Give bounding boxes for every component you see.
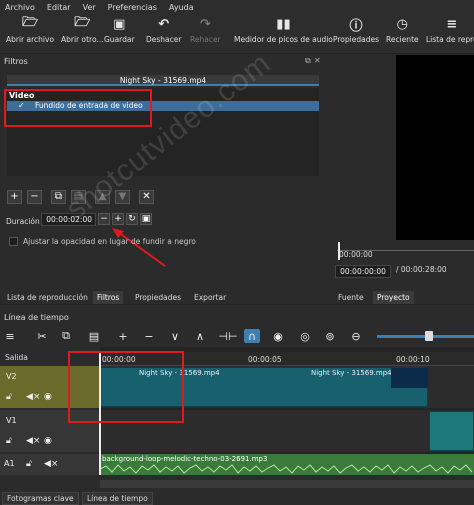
tab-playlist[interactable]: Lista de reproducción (3, 291, 92, 304)
tab-project[interactable]: Proyecto (373, 291, 414, 304)
zoom-slider-handle[interactable] (425, 331, 433, 341)
timeline-title: Línea de tiempo (4, 313, 69, 322)
bottom-tabs: Fotogramas clave Línea de tiempo (0, 490, 474, 505)
audio-clip[interactable]: background-loop-melodic-techno-03-2691.m… (100, 454, 474, 475)
duration-reset-button[interactable]: ↻ (126, 213, 138, 225)
folder-open-icon: 🗁 (21, 15, 39, 30)
menu-bar: Archivo Editar Ver Preferencias Ayuda (0, 0, 474, 14)
menu-editar[interactable]: Editar (47, 3, 71, 12)
lock-icon[interactable]: 🔓︎ (6, 436, 12, 446)
opacity-checkbox[interactable] (9, 237, 18, 246)
menu-ver[interactable]: Ver (83, 3, 96, 12)
duration-increase-button[interactable]: + (112, 213, 124, 225)
remove-filter-button[interactable]: − (27, 190, 42, 204)
split-icon[interactable]: ⊣⊢ (218, 329, 237, 343)
lock-icon[interactable]: 🔓︎ (26, 459, 32, 469)
tab-timeline[interactable]: Línea de tiempo (82, 492, 153, 505)
save-icon: ▣ (113, 16, 126, 32)
eye-icon[interactable]: ◉ (44, 392, 52, 402)
output-label: Salida (5, 353, 28, 362)
properties-button[interactable]: ⓘ Propiedades (333, 16, 379, 45)
audio-waveform (100, 464, 473, 474)
lift-icon[interactable]: ∨ (167, 329, 183, 343)
overwrite-icon[interactable]: ∧ (192, 329, 208, 343)
redo-icon: ↷ (199, 16, 211, 32)
tab-filters[interactable]: Filtros (93, 291, 124, 304)
add-filter-button[interactable]: + (7, 190, 22, 204)
mute-icon[interactable]: ◀× (26, 392, 40, 402)
playlist-icon: ≡ (446, 16, 458, 32)
timeline-menu-icon[interactable]: ≡ (2, 329, 18, 343)
undo-button[interactable]: ↶ Deshacer (146, 16, 181, 45)
ruler-tick-5: 00:00:05 (248, 355, 282, 364)
scrub-icon[interactable]: ◉ (270, 329, 286, 343)
viewer-ruler-timecode: 00:00:00 (339, 250, 373, 259)
track-name-v2: V2 (6, 372, 17, 381)
menu-archivo[interactable]: Archivo (5, 3, 35, 12)
open-other-button[interactable]: 🗁 Abrir otro... (61, 15, 104, 44)
annotation-arrow (112, 228, 166, 267)
undo-icon: ↶ (158, 16, 170, 32)
cut-icon[interactable]: ✂ (34, 329, 50, 343)
clip-v1[interactable] (429, 411, 474, 451)
opacity-checkbox-label: Ajustar la opacidad en lugar de fundir a… (23, 237, 196, 246)
track-name-v1: V1 (6, 416, 17, 425)
recent-icon: ◷ (396, 16, 408, 32)
tab-source[interactable]: Fuente (334, 291, 368, 304)
zoom-out-icon[interactable]: ⊖ (348, 329, 364, 343)
ruler-tick-10: 00:00:10 (396, 355, 430, 364)
track-header-a1[interactable]: A1 🔓︎ ◀× (0, 454, 100, 475)
menu-ayuda[interactable]: Ayuda (169, 3, 194, 12)
deselect-filter-button[interactable]: ✕ (139, 190, 154, 204)
filters-title: Filtros (4, 57, 28, 66)
copy-icon[interactable]: ⧉ (58, 329, 74, 343)
duration-save-button[interactable]: ▣ (140, 213, 152, 225)
annotation-highlight-box (4, 89, 152, 127)
annotation-timeline-box (68, 351, 184, 423)
track-name-a1: A1 (4, 459, 15, 468)
tab-properties[interactable]: Propiedades (131, 291, 185, 304)
append-icon[interactable]: + (115, 329, 131, 343)
panel-close-icon[interactable]: ✕ (314, 56, 321, 65)
lock-icon[interactable]: 🔓︎ (6, 392, 12, 402)
paste-icon[interactable]: ▤ (86, 329, 102, 343)
duration-decrease-button[interactable]: − (98, 213, 110, 225)
video-preview (396, 55, 474, 240)
clip-thumbnail (391, 368, 428, 388)
ripple-icon[interactable]: ◎ (297, 329, 313, 343)
duration-label: Duración (6, 217, 40, 226)
mute-icon[interactable]: ◀× (44, 459, 58, 469)
tab-export[interactable]: Exportar (190, 291, 230, 304)
viewer-side-area (324, 55, 396, 240)
tab-keyframes[interactable]: Fotogramas clave (2, 492, 79, 505)
timeline-scrollbar[interactable] (100, 480, 474, 488)
playlist-button[interactable]: ≡ Lista de repro (426, 16, 474, 45)
ripple-all-icon[interactable]: ⊚ (322, 329, 338, 343)
open-file-button[interactable]: 🗁 Abrir archivo (6, 15, 54, 44)
redo-button[interactable]: ↷ Rehacer (190, 16, 221, 45)
save-button[interactable]: ▣ Guardar (104, 16, 135, 45)
main-toolbar: 🗁 Abrir archivo 🗁 Abrir otro... ▣ Guarda… (0, 14, 474, 54)
remove-icon[interactable]: − (141, 329, 157, 343)
current-timecode[interactable]: 00:00:00:00 (335, 265, 391, 278)
audio-meter-icon: ▮▮ (276, 16, 291, 32)
mute-icon[interactable]: ◀× (26, 436, 40, 446)
total-timecode: / 00:00:28:00 (396, 265, 447, 274)
properties-icon: ⓘ (349, 18, 363, 34)
panel-float-icon[interactable]: ⧉ (305, 56, 311, 66)
folder-open-other-icon: 🗁 (74, 15, 91, 30)
snap-icon[interactable]: ∩ (244, 329, 260, 343)
eye-icon[interactable]: ◉ (44, 436, 52, 446)
recent-button[interactable]: ◷ Reciente (386, 16, 419, 45)
audio-clip-label: background-loop-melodic-techno-03-2691.m… (102, 455, 268, 463)
audio-meter-button[interactable]: ▮▮ Medidor de picos de audio (234, 16, 333, 45)
menu-preferencias[interactable]: Preferencias (108, 3, 157, 12)
panel-tabs: Lista de reproducción Filtros Propiedade… (0, 289, 474, 305)
clip-label: Night Sky - 31569.mp4 (311, 369, 392, 377)
